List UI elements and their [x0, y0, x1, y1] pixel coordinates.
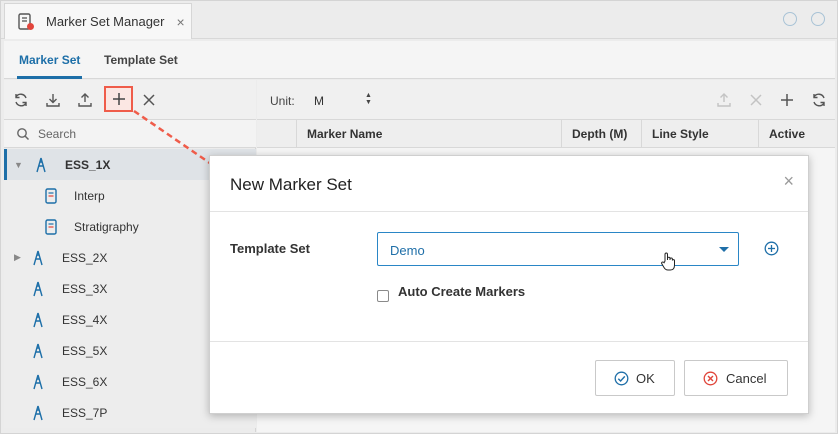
well-icon: [33, 343, 43, 358]
tree-item-label: ESS_2X: [62, 250, 108, 265]
well-icon: [33, 250, 43, 265]
dialog-title: New Marker Set: [230, 175, 352, 194]
tree-item-label: Stratigraphy: [74, 219, 139, 234]
marker-set-icon: [45, 218, 57, 235]
close-window-icon[interactable]: [811, 12, 825, 26]
tab-marker-set[interactable]: Marker Set: [17, 41, 83, 79]
add-marker-set-button[interactable]: [104, 86, 133, 112]
left-toolbar: [4, 80, 256, 120]
auto-create-markers-checkbox[interactable]: [377, 290, 389, 302]
export-icon[interactable]: [77, 92, 93, 108]
well-icon: [33, 312, 43, 327]
refresh-icon[interactable]: [811, 92, 827, 108]
search-placeholder: Search: [38, 127, 77, 141]
window-tab-title: Marker Set Manager: [46, 14, 165, 29]
tree-item-label: ESS_5X: [62, 343, 108, 358]
template-set-value: Demo: [390, 243, 425, 258]
new-marker-set-dialog: New Marker Set × Template Set Demo Auto …: [209, 155, 809, 414]
template-set-select[interactable]: Demo: [377, 232, 739, 266]
tree-item-label: ESS_1X: [65, 157, 111, 172]
well-icon: [36, 157, 46, 172]
column-header-marker-name[interactable]: Marker Name: [296, 120, 561, 148]
template-set-label: Template Set: [230, 241, 310, 256]
unit-stepper-icon[interactable]: ▲ ▼: [365, 92, 372, 106]
close-tab-icon[interactable]: ×: [177, 14, 185, 30]
close-dialog-icon[interactable]: ×: [783, 171, 794, 192]
tree-item-label: ESS_7P: [62, 405, 108, 420]
well-icon: [33, 405, 43, 420]
auto-create-markers-label[interactable]: Auto Create Markers: [398, 284, 525, 299]
chevron-down-icon: [719, 247, 729, 252]
search-input[interactable]: Search: [4, 120, 256, 148]
restore-window-icon[interactable]: [783, 12, 797, 26]
chevron-down-icon[interactable]: ▼: [14, 160, 23, 170]
cancel-button-label: Cancel: [726, 371, 767, 386]
delete-icon[interactable]: [748, 92, 764, 108]
tree-item-label: ESS_6X: [62, 374, 108, 389]
marker-set-icon: [45, 187, 57, 204]
add-template-icon[interactable]: [764, 241, 779, 256]
tree-item-label: ESS_4X: [62, 312, 108, 327]
window-tab[interactable]: Marker Set Manager ×: [4, 3, 192, 39]
column-header-active[interactable]: Active: [758, 120, 835, 148]
chevron-right-icon[interactable]: ▶: [14, 252, 21, 263]
delete-icon[interactable]: [141, 92, 157, 108]
cancel-button[interactable]: Cancel: [684, 360, 788, 396]
cancel-circle-icon: [703, 371, 718, 386]
window-tab-bar: Marker Set Manager ×: [1, 1, 837, 39]
ok-button-label: OK: [636, 371, 655, 386]
column-header-line-style[interactable]: Line Style: [641, 120, 758, 148]
dialog-footer-divider: [210, 341, 808, 342]
check-circle-icon: [614, 371, 629, 386]
section-tabs: Marker Set Template Set: [4, 41, 835, 79]
import-icon[interactable]: [45, 92, 61, 108]
search-icon: [17, 128, 30, 141]
tree-item-label: ESS_3X: [62, 281, 108, 296]
markers-table-header: Marker Name Depth (M) Line Style Active: [257, 120, 835, 148]
tree-item-label: Interp: [74, 188, 105, 203]
well-icon: [33, 281, 43, 296]
dialog-divider: [210, 211, 808, 212]
unit-select[interactable]: M: [314, 94, 324, 108]
tab-template-set[interactable]: Template Set: [104, 41, 178, 79]
right-toolbar: Unit: M ▲ ▼: [257, 80, 835, 120]
well-icon: [33, 374, 43, 389]
column-header-depth[interactable]: Depth (M): [561, 120, 641, 148]
ok-button[interactable]: OK: [595, 360, 675, 396]
marker-set-manager-icon: [18, 12, 34, 30]
export-icon[interactable]: [716, 92, 732, 108]
unit-label: Unit:: [270, 94, 295, 108]
hand-cursor-icon: [661, 252, 675, 271]
refresh-icon[interactable]: [13, 92, 29, 108]
plus-icon[interactable]: [779, 92, 795, 108]
plus-icon: [113, 93, 125, 105]
